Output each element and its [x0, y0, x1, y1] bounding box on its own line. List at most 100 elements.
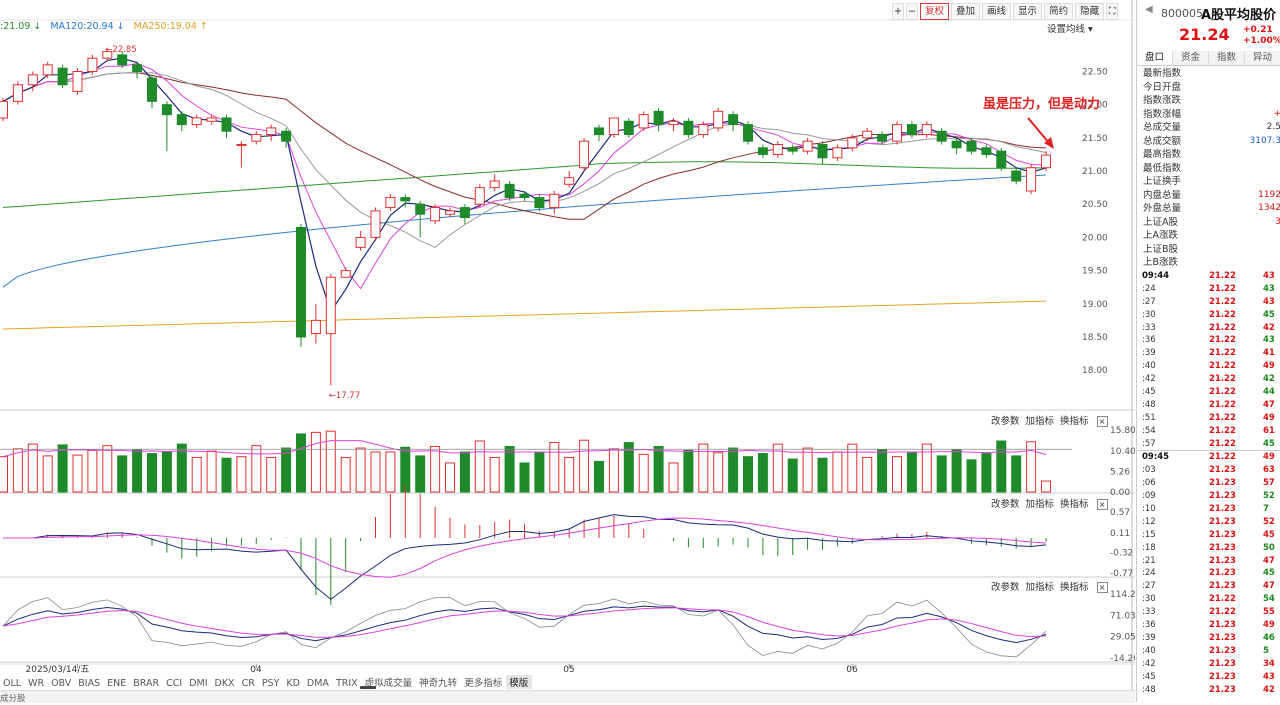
add-indicator-button[interactable]: 加指标 [1026, 416, 1055, 427]
kline-chart-area[interactable]: 22.5022.0021.5021.0020.5020.0019.5019.00… [0, 0, 1135, 702]
last-price: 21.24 [1179, 25, 1230, 44]
tick-row: :4821.2247 [1137, 399, 1280, 412]
tick-price: 21.23 [1209, 503, 1236, 516]
indicator-tab[interactable]: KD [283, 678, 304, 689]
close-icon[interactable]: × [1097, 582, 1108, 593]
stats-value: 1342 [1258, 202, 1280, 216]
volume-bar [0, 457, 8, 492]
candle-body [88, 58, 97, 71]
indicator-tab[interactable]: 虚拟成交量 [362, 675, 417, 689]
quote-header: ◀ 800005 A股平均股价 [1137, 0, 1280, 22]
expand-icon[interactable]: ⛶ [1106, 3, 1118, 20]
tick-volume: 45 [1263, 529, 1275, 542]
tick-time: :33 [1142, 322, 1156, 335]
zoom-in-button[interactable]: + [892, 3, 904, 20]
price-tick-label: 19.50 [1082, 267, 1108, 277]
switch-indicator-button[interactable]: 换指标 [1060, 582, 1089, 593]
add-indicator-button[interactable]: 加指标 [1026, 499, 1055, 510]
tab-zhishu[interactable]: 指数 [1209, 51, 1245, 65]
indicator-tab[interactable]: 模版 [506, 675, 532, 689]
chart-canvas[interactable]: 22.5022.0021.5021.0020.5020.0019.5019.00… [0, 0, 1135, 702]
change-percent: +1.00% [1243, 36, 1280, 47]
price-tick-label: 18.50 [1082, 333, 1108, 343]
indicator-tab[interactable]: DMA [304, 678, 333, 689]
ma-settings-dropdown[interactable]: 设置均线 ▾ [1047, 21, 1093, 35]
tab-pankou[interactable]: 盘口 [1137, 51, 1173, 65]
indicator-tab[interactable]: ENE [104, 678, 130, 689]
indicator-tab[interactable]: CCI [163, 678, 186, 689]
draw-line-button[interactable]: 画线 [982, 3, 1011, 20]
change-params-button[interactable]: 改参数 [991, 582, 1020, 593]
tick-row: :4221.2334 [1137, 658, 1280, 671]
candle-body [0, 101, 8, 118]
tick-time: :03 [1142, 464, 1156, 477]
stats-row: 上A涨跌 [1143, 229, 1280, 243]
simple-mode-button[interactable]: 简约 [1044, 3, 1073, 20]
tick-volume: 43 [1263, 296, 1275, 309]
indicator-tab[interactable]: WR [25, 678, 48, 689]
tick-volume: 43 [1263, 270, 1275, 283]
tick-price: 21.22 [1209, 425, 1236, 438]
volume-bar [654, 446, 663, 492]
indicator-tab[interactable]: 神奇九转 [416, 675, 461, 689]
volume-bar [28, 444, 37, 492]
fuquan-button[interactable]: 复权 [920, 3, 949, 20]
stats-value: 3107.3 [1250, 135, 1280, 149]
indicator-tab[interactable]: PSY [259, 678, 284, 689]
candle-body [401, 198, 410, 201]
tick-list[interactable]: 09:4421.2243:2421.2243:2721.2243:3021.22… [1137, 270, 1280, 696]
overlay-button[interactable]: 叠加 [951, 3, 980, 20]
tick-volume: 7 [1263, 503, 1269, 516]
stats-label: 最新指数 [1143, 68, 1181, 79]
candle-body [922, 125, 931, 135]
zoom-out-button[interactable]: − [906, 3, 918, 20]
indicator-tab[interactable]: TRIX [333, 678, 362, 689]
tab-yidong[interactable]: 异动 [1245, 51, 1280, 65]
stats-row: 上证B股 [1143, 243, 1280, 257]
candle-body [237, 145, 246, 146]
indicator-tab[interactable]: CR [239, 678, 259, 689]
indicator-tab[interactable]: BRAR [130, 678, 163, 689]
tick-row: :4021.2249 [1137, 360, 1280, 373]
indicator-tab[interactable]: OBV [48, 678, 75, 689]
tab-zijin[interactable]: 资金 [1173, 51, 1209, 65]
indicator-tab[interactable]: DMI [186, 678, 211, 689]
tick-volume: 47 [1263, 580, 1275, 593]
stats-row: 外盘总量 1342 [1143, 202, 1280, 216]
close-icon[interactable]: × [1097, 499, 1108, 510]
tick-time: :40 [1142, 645, 1156, 658]
stats-label: 外盘总量 [1143, 203, 1181, 214]
change-params-button[interactable]: 改参数 [991, 416, 1020, 427]
ma10-line [3, 73, 1046, 248]
time-tick-label: 04 [250, 665, 262, 675]
tick-volume: 5 [1263, 645, 1269, 658]
tick-row: :2721.2243 [1137, 296, 1280, 309]
indicator-tab[interactable]: BIAS [75, 678, 104, 689]
candle-body [893, 125, 902, 142]
close-icon[interactable]: × [1097, 416, 1108, 427]
stock-name: A股平均股价 [1201, 4, 1276, 23]
tick-price: 21.22 [1209, 593, 1236, 606]
stats-row: 上证换手 [1143, 175, 1280, 189]
volume-ma-line [3, 441, 1046, 457]
change-params-button[interactable]: 改参数 [991, 499, 1020, 510]
volume-bar [222, 458, 231, 492]
collapse-arrow-icon[interactable]: ◀ [1145, 4, 1153, 15]
add-indicator-button[interactable]: 加指标 [1026, 582, 1055, 593]
display-button[interactable]: 显示 [1013, 3, 1042, 20]
indicator-tab[interactable]: DKX [212, 678, 239, 689]
candle-body [446, 211, 455, 214]
hide-button[interactable]: 隐藏 [1075, 3, 1104, 20]
indicator-tab[interactable]: 更多指标 [461, 675, 506, 689]
volume-bar [237, 457, 246, 492]
candle-body [505, 184, 514, 197]
volume-bar [133, 450, 142, 492]
kdj-d-line [3, 608, 1046, 638]
candle-body [1027, 168, 1036, 191]
indicator-tab[interactable]: OLL [0, 678, 25, 689]
switch-indicator-button[interactable]: 换指标 [1060, 499, 1089, 510]
volume-bar [297, 434, 306, 492]
switch-indicator-button[interactable]: 换指标 [1060, 416, 1089, 427]
stock-code: 800005 [1161, 7, 1203, 20]
volume-bar [982, 454, 991, 492]
